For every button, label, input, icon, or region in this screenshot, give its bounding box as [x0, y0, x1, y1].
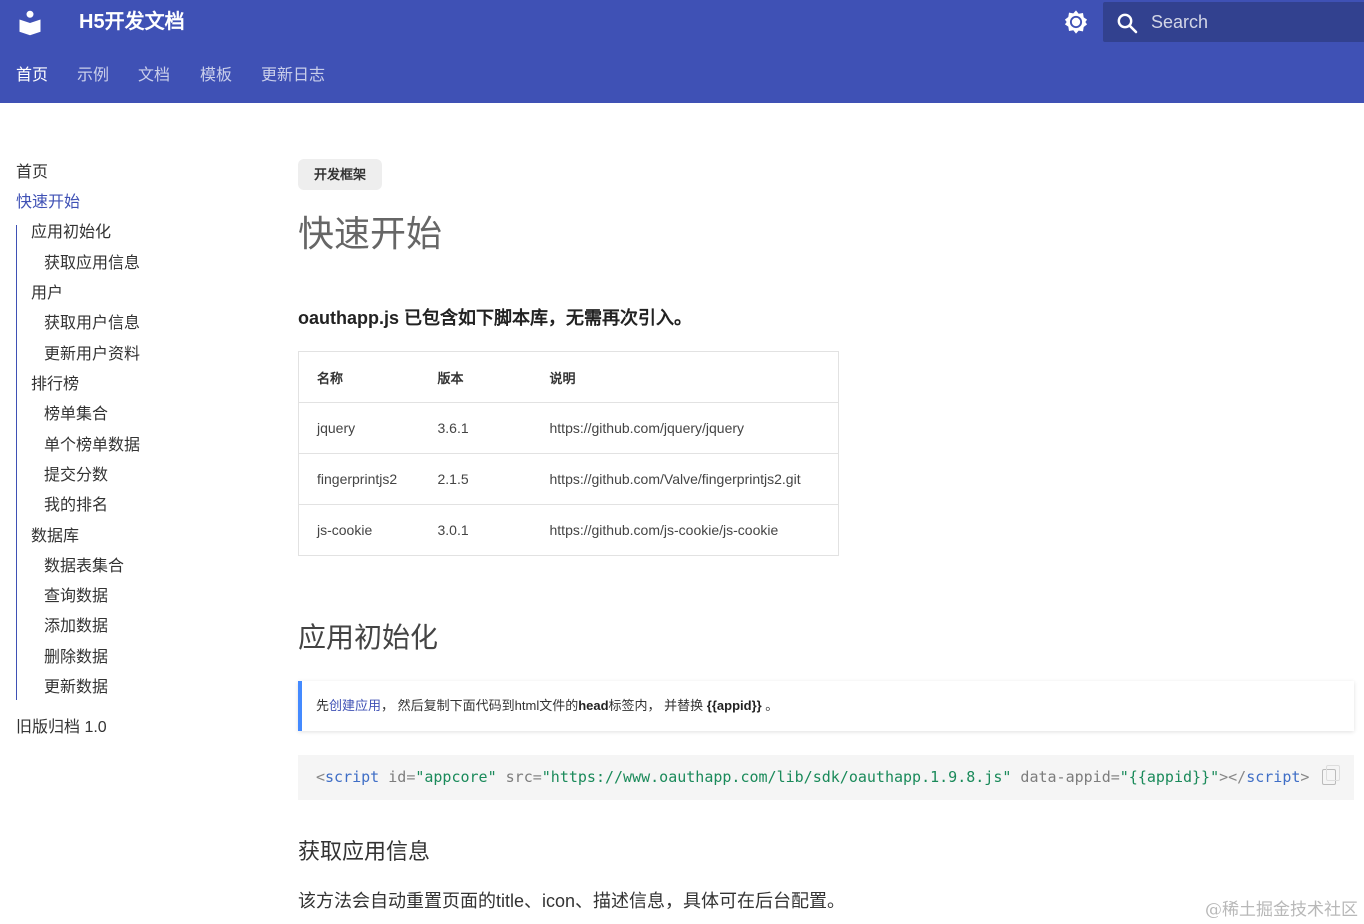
sidebar-item-submit-score[interactable]: 提交分数 — [44, 465, 108, 487]
code-attr: src — [505, 768, 533, 786]
code-block[interactable]: <script id="appcore" src="https://www.oa… — [298, 755, 1354, 800]
code-attr: id — [388, 768, 407, 786]
tab-changelog[interactable]: 更新日志 — [261, 64, 325, 88]
table-row: js-cookie 3.0.1 https://github.com/js-co… — [298, 504, 839, 556]
category-chip: 开发框架 — [298, 159, 382, 190]
sidebar-item-archive[interactable]: 旧版归档 1.0 — [16, 717, 107, 739]
table-cell: https://github.com/jquery/jquery — [531, 402, 839, 454]
body-paragraph: 该方法会自动重置页面的title、icon、描述信息，具体可在后台配置。 — [298, 891, 846, 911]
library-table: 名称 版本 说明 jquery 3.6.1 https://github.com… — [298, 351, 839, 556]
top-header: H5开发文档 首页 示例 文档 模板 更新日志 — [0, 0, 1364, 103]
sidebar-item-update-profile[interactable]: 更新用户资料 — [44, 344, 140, 366]
note-placeholder: {{appid}} — [706, 698, 762, 713]
code-string: "{{appid}}" — [1119, 768, 1220, 786]
sidebar-item-user[interactable]: 用户 — [31, 283, 63, 305]
note-text: 先 — [316, 698, 330, 713]
subsection-title: 获取应用信息 — [298, 839, 431, 864]
table-cell: jquery — [298, 402, 420, 454]
sidebar-item-board-list[interactable]: 榜单集合 — [44, 404, 108, 426]
search-input[interactable] — [1151, 2, 1361, 42]
sidebar-item-get-app-info[interactable]: 获取应用信息 — [44, 253, 140, 275]
brightness-icon[interactable] — [1062, 8, 1090, 36]
tab-home[interactable]: 首页 — [16, 64, 48, 88]
sidebar-item-database[interactable]: 数据库 — [31, 526, 79, 548]
lead-text: oauthapp.js 已包含如下脚本库，无需再次引入。 — [298, 308, 693, 328]
book-reader-icon[interactable] — [16, 9, 44, 37]
watermark: @稀土掘金技术社区 — [1205, 900, 1358, 920]
code-tag: script — [1246, 768, 1301, 786]
sidebar-item-query-data[interactable]: 查询数据 — [44, 586, 108, 608]
note-text: 。 — [761, 698, 779, 713]
note-bold: head — [578, 698, 609, 713]
table-cell: 2.1.5 — [419, 453, 532, 505]
tab-examples[interactable]: 示例 — [77, 64, 109, 88]
sidebar-item-my-rank[interactable]: 我的排名 — [44, 495, 108, 517]
table-cell: 3.6.1 — [419, 402, 532, 454]
search-box[interactable] — [1103, 2, 1364, 42]
sidebar-item-get-user-info[interactable]: 获取用户信息 — [44, 313, 140, 335]
code-string: "appcore" — [415, 768, 497, 786]
site-title[interactable]: H5开发文档 — [79, 10, 185, 34]
sidebar-item-delete-data[interactable]: 删除数据 — [44, 647, 108, 669]
code-string: "https://www.oauthapp.com/lib/sdk/oautha… — [541, 768, 1012, 786]
tab-templates[interactable]: 模板 — [200, 64, 232, 88]
table-header: 说明 — [531, 351, 839, 403]
table-header: 版本 — [419, 351, 532, 403]
info-note: 先创建应用， 然后复制下面代码到html文件的head标签内， 并替换 {{ap… — [298, 681, 1354, 731]
sidebar-item-leaderboard[interactable]: 排行榜 — [31, 374, 79, 396]
search-icon — [1117, 13, 1138, 34]
table-header-row: 名称 版本 说明 — [298, 351, 839, 403]
create-app-link[interactable]: 创建应用 — [329, 698, 381, 713]
sidebar-item-board-data[interactable]: 单个榜单数据 — [44, 435, 140, 457]
note-text: ， 然后复制下面代码到html文件的 — [381, 698, 579, 713]
sidebar-item-add-data[interactable]: 添加数据 — [44, 616, 108, 638]
copy-icon[interactable] — [1322, 765, 1340, 785]
sidebar-item-table-list[interactable]: 数据表集合 — [44, 556, 124, 578]
code-attr: data-appid — [1020, 768, 1111, 786]
code-tag: script — [325, 768, 380, 786]
page-title: 快速开始 — [298, 213, 443, 254]
table-cell: https://github.com/Valve/fingerprintjs2.… — [531, 453, 839, 505]
sidebar-item-quickstart[interactable]: 快速开始 — [16, 192, 80, 214]
note-text: 标签内， 并替换 — [608, 698, 707, 713]
sidebar-item-app-init[interactable]: 应用初始化 — [31, 222, 111, 244]
sidebar-item-home[interactable]: 首页 — [16, 162, 48, 184]
section-title: 应用初始化 — [298, 622, 439, 653]
nav-rail — [16, 225, 17, 700]
table-header: 名称 — [298, 351, 420, 403]
tab-docs[interactable]: 文档 — [138, 64, 170, 88]
table-cell: js-cookie — [298, 504, 420, 556]
table-cell: fingerprintjs2 — [298, 453, 420, 505]
table-cell: 3.0.1 — [419, 504, 532, 556]
table-cell: https://github.com/js-cookie/js-cookie — [531, 504, 839, 556]
sidebar-item-update-data[interactable]: 更新数据 — [44, 677, 108, 699]
table-row: fingerprintjs2 2.1.5 https://github.com/… — [298, 453, 839, 505]
table-row: jquery 3.6.1 https://github.com/jquery/j… — [298, 402, 839, 454]
